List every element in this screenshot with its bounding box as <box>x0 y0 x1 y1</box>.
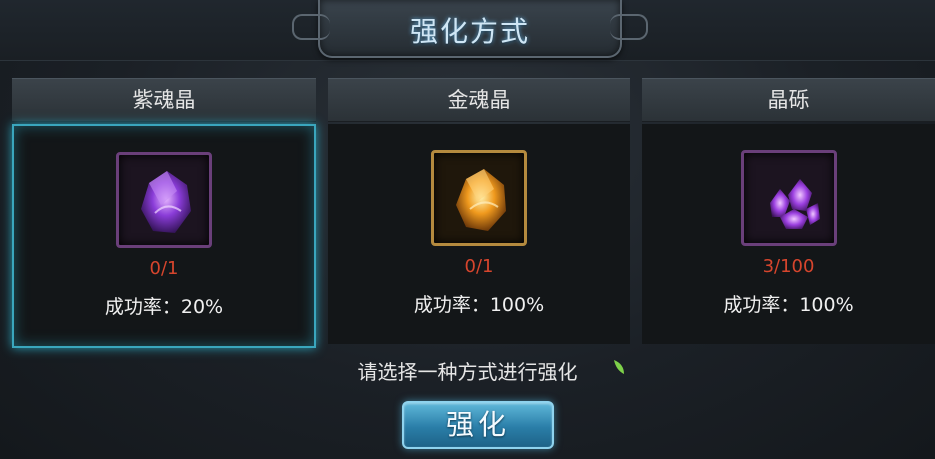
option-header-purple: 紫魂晶 <box>12 78 316 122</box>
instruction-text: 请选择一种方式进行强化 <box>357 360 578 384</box>
option-card-gold[interactable]: 0/1 成功率：100% <box>328 124 630 344</box>
crystal-shards-icon <box>740 150 837 246</box>
title-plate: 强化方式 <box>292 0 648 58</box>
item-count: 0/1 <box>149 258 179 279</box>
item-count: 0/1 <box>464 256 494 277</box>
item-count: 3/100 <box>762 256 815 277</box>
option-header-shards: 晶砾 <box>642 78 935 122</box>
gold-soul-crystal-icon <box>431 150 527 246</box>
option-card-shards[interactable]: 3/100 成功率：100% <box>642 124 935 344</box>
option-card-purple[interactable]: 0/1 成功率：20% <box>12 124 316 348</box>
success-rate: 成功率：100% <box>723 294 854 316</box>
enhance-button[interactable]: 强化 <box>402 401 554 449</box>
leaf-cursor-icon <box>614 360 624 374</box>
purple-soul-crystal-icon <box>116 152 212 248</box>
option-header-gold: 金魂晶 <box>328 78 630 122</box>
success-rate: 成功率：20% <box>104 296 224 318</box>
window-title: 强化方式 <box>409 15 530 48</box>
success-rate: 成功率：100% <box>413 294 545 316</box>
